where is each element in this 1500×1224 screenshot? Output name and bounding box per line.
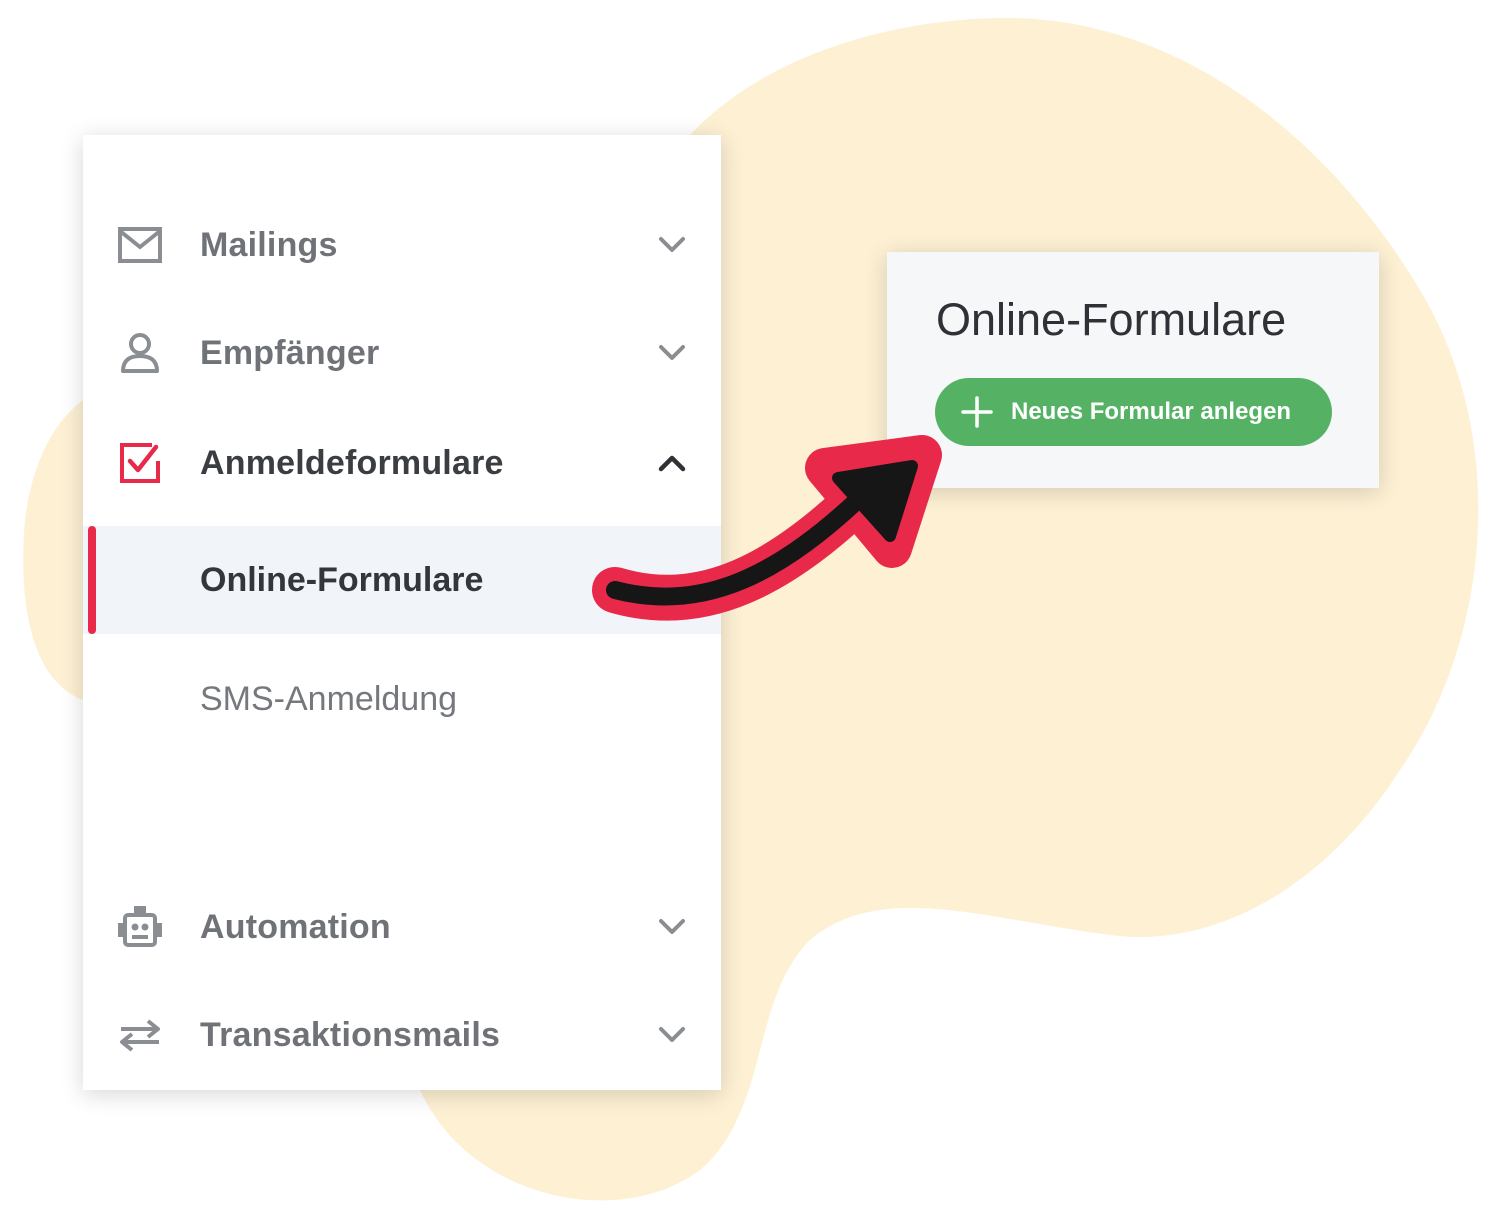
chevron-down-icon[interactable] (655, 336, 689, 370)
sidebar-item-anmeldeformulare[interactable]: Anmeldeformulare (83, 423, 721, 503)
sidebar-item-empfaenger[interactable]: Empfänger (83, 313, 721, 393)
sidebar-subitem-label: SMS-Anmeldung (200, 679, 458, 718)
new-form-button[interactable]: Neues Formular anlegen (935, 378, 1332, 446)
online-formulare-card: Online-Formulare Neues Formular anlegen (887, 252, 1379, 488)
sidebar-item-label: Mailings (200, 225, 338, 264)
sidebar-item-label: Anmeldeformulare (200, 443, 504, 482)
sidebar-item-automation[interactable]: Automation (83, 887, 721, 967)
page-title: Online-Formulare (936, 294, 1287, 345)
chevron-up-icon[interactable] (655, 446, 689, 480)
sidebar-subitem-label: Online-Formulare (200, 560, 484, 599)
sidebar-item-label: Transaktionsmails (200, 1015, 501, 1054)
chevron-down-icon[interactable] (655, 1018, 689, 1052)
robot-icon (117, 904, 163, 950)
user-icon (117, 330, 163, 376)
mail-icon (117, 222, 163, 268)
plus-icon (961, 396, 993, 428)
sidebar-item-label: Empfänger (200, 333, 380, 372)
chevron-down-icon[interactable] (655, 228, 689, 262)
chevron-down-icon[interactable] (655, 910, 689, 944)
stage: Mailings Empfänger Anmeldeformulare Onli… (0, 0, 1500, 1224)
sidebar-item-mailings[interactable]: Mailings (83, 205, 721, 285)
sidebar-subitem-online-formulare[interactable]: Online-Formulare (83, 526, 721, 634)
new-form-button-label: Neues Formular anlegen (1011, 398, 1292, 425)
sidebar-subitem-sms-anmeldung[interactable]: SMS-Anmeldung (83, 645, 721, 753)
swap-arrows-icon (117, 1012, 163, 1058)
sidebar-nav: Mailings Empfänger Anmeldeformulare Onli… (83, 135, 721, 1090)
sidebar-item-label: Automation (200, 907, 391, 946)
checkbox-icon (117, 440, 163, 486)
active-indicator (88, 526, 96, 634)
sidebar-item-transaktionsmails[interactable]: Transaktionsmails (83, 995, 721, 1075)
